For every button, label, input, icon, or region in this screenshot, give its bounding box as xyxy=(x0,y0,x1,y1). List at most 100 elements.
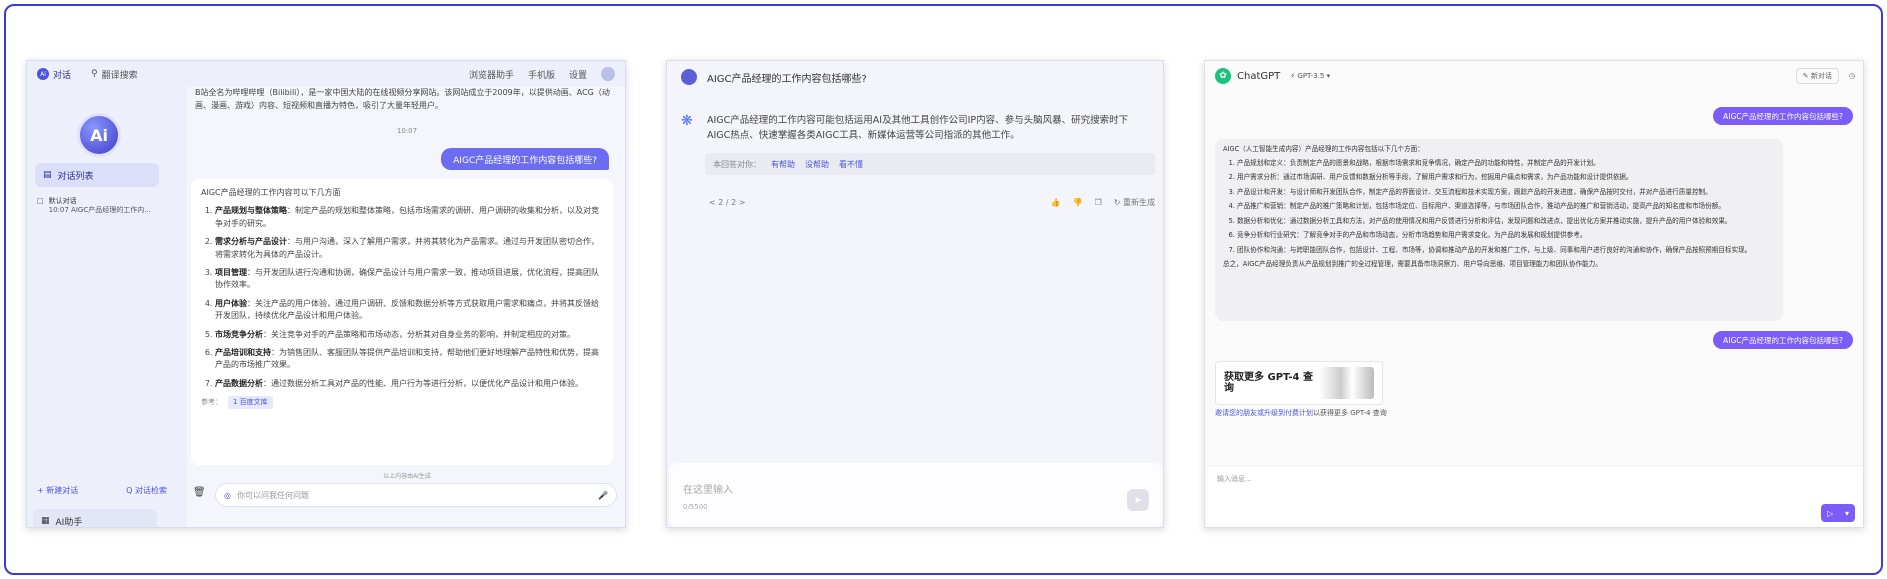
item-title: 项目管理 xyxy=(215,267,247,277)
item-body: ：关注竞争对手的产品策略和市场动态，分析其对自身业务的影响，并制定相应的对策。 xyxy=(263,329,575,339)
ai-helper-label: AI助手 xyxy=(55,517,83,528)
user-message: AIGC产品经理的工作内容包括哪些? xyxy=(1713,331,1853,349)
thumbs-down-icon[interactable]: 👎 xyxy=(1073,198,1083,207)
regenerate-label: 重新生成 xyxy=(1123,198,1155,207)
previous-answer-text: B站全名为哔哩哔哩（Bilibili），是一家中国大陆的在线视频分享网站。该网站… xyxy=(195,88,610,110)
microphone-icon[interactable]: 🎤 xyxy=(598,491,608,500)
conversation-item[interactable]: □ 默认对话 10:07 AIGC产品经理的工作内... xyxy=(37,197,167,215)
avatar xyxy=(681,69,697,85)
upgrade-promo: 获取更多 GPT-4 查询 邀请您的朋友或升级到付费计划以获得更多 GPT-4 … xyxy=(1215,361,1391,441)
answer-heading: AIGC产品经理的工作内容可以下几方面 xyxy=(201,188,341,197)
assistant-answer-card: AIGC（人工智能生成内容）产品经理的工作内容包括以下几个方面： 产品规划和定义… xyxy=(1215,139,1783,321)
input-placeholder: 在这里输入 xyxy=(683,485,733,496)
answer-list-item: 市场竞争分析：关注竞争对手的产品策略和市场动态，分析其对自身业务的影响，并制定相… xyxy=(215,329,603,341)
chat-bubble-icon: □ xyxy=(37,197,44,205)
conversation-title: 默认对话 xyxy=(48,197,77,205)
search-icon: ⚲ xyxy=(91,69,98,79)
answer-list-item: 产品数据分析：通过数据分析工具对产品的性能、用户行为等进行分析，以便优化产品设计… xyxy=(215,378,603,390)
conversation-preview: AIGC产品经理的工作内... xyxy=(71,206,151,215)
reference-label: 参考： xyxy=(201,398,222,407)
answer-list-item: 产品培训和支持：为销售团队、客服团队等提供产品培训和支持，帮助他们更好地理解产品… xyxy=(215,347,603,372)
item-title: 产品培训和支持 xyxy=(215,347,271,357)
clear-icon[interactable]: 🗑 xyxy=(193,487,206,498)
answer-toolbar: < 2 / 2 > 👍 👎 ❐ ↻ 重新生成 xyxy=(709,197,1155,208)
thumbs-up-icon[interactable]: 👍 xyxy=(1051,198,1061,207)
answer-list-item: 用户需求分析：通过市场调研、用户反馈和数据分析等手段，了解用户需求和行为，挖掘用… xyxy=(1237,173,1775,183)
promo-title: 获取更多 GPT-4 查询 xyxy=(1224,371,1313,395)
assistant-logo-icon: ❋ xyxy=(681,113,693,129)
ai-generated-note: 以上内容由AI生成 xyxy=(383,473,431,480)
ai-helper-button[interactable]: ▦ AI助手 xyxy=(33,509,157,528)
item-title: 需求分析与产品设计 xyxy=(215,237,287,247)
pager[interactable]: < 2 / 2 > xyxy=(709,198,745,207)
feedback-label: 本回答对你： xyxy=(713,159,761,169)
answer-list-item: 项目管理：与开发团队进行沟通和协调，确保产品设计与用户需求一致，推动项目进展，优… xyxy=(215,267,603,292)
new-chat-button[interactable]: + 新建对话 xyxy=(37,485,78,496)
model-name: GPT-3.5 xyxy=(1297,72,1325,80)
answer-list-item: 产品设计和开发：与设计师和开发团队合作，制定产品的界面设计、交互流程和技术实现方… xyxy=(1237,188,1775,198)
brand-name: ChatGPT xyxy=(1237,70,1281,82)
regenerate-button[interactable]: ↻ 重新生成 xyxy=(1114,197,1155,208)
ai-logo: Ai xyxy=(77,113,121,157)
answer-list-item: 产品规划与整体策略：制定产品的规划和整体策略，包括市场需求的调研、用户调研的收集… xyxy=(215,205,603,230)
promo-card[interactable]: 获取更多 GPT-4 查询 xyxy=(1215,361,1383,405)
mobile-link[interactable]: 手机版 xyxy=(528,68,555,81)
answer-summary: 总之，AIGC产品经理负责从产品规划到推广的全过程管理，需要具备市场洞察力、用户… xyxy=(1223,260,1602,269)
promo-text: 邀请您的朋友或升级到付费计划以获得更多 GPT-4 查询 xyxy=(1215,409,1391,419)
reference-chip[interactable]: 1 百度文库 xyxy=(228,396,273,409)
message-input[interactable]: 在这里输入 0/5500 ➤ xyxy=(669,463,1163,527)
send-icon: ▷ xyxy=(1826,508,1834,518)
promo-link[interactable]: 邀请您的朋友或升级到付费计划 xyxy=(1215,409,1313,417)
tab-chat[interactable]: Ai 对话 xyxy=(27,61,81,87)
send-button[interactable]: ➤ xyxy=(1127,489,1149,511)
feedback-confusing[interactable]: 看不懂 xyxy=(839,159,863,170)
item-body: ：与开发团队进行沟通和协调，确保产品设计与用户需求一致，推动项目进展，优化流程，… xyxy=(215,267,599,290)
search-answer-panel: AIGC产品经理的工作内容包括哪些? ❋ AIGC产品经理的工作内容可能包括运用… xyxy=(666,60,1164,528)
tab-chat-label: 对话 xyxy=(53,70,72,81)
chatgpt-logo-icon: ✿ xyxy=(1215,68,1231,84)
send-button[interactable]: ▷ ▾ xyxy=(1821,504,1855,522)
browser-helper-link[interactable]: 浏览器助手 xyxy=(469,68,514,81)
item-title: 产品规划与整体策略 xyxy=(215,206,287,216)
model-selector[interactable]: ⚡ GPT-3.5 ▾ xyxy=(1290,72,1330,80)
answer-list-item: 用户体验：关注产品的用户体验，通过用户调研、反馈和数据分析等方式获取用户需求和痛… xyxy=(215,298,603,323)
chat-list-icon: ▤ xyxy=(43,170,52,180)
user-message: AIGC产品经理的工作内容包括哪些? xyxy=(441,148,609,170)
top-bar: Ai 对话 ⚲ 翻译搜索 浏览器助手 手机版 设置 xyxy=(27,61,625,87)
answer-list: 产品规划和定义：负责制定产品的愿景和战略，根据市场需求和竞争情况，确定产品的功能… xyxy=(1223,159,1775,256)
history-icon[interactable]: ◷ xyxy=(1849,72,1855,80)
feedback-helpful[interactable]: 有帮助 xyxy=(771,159,795,170)
message-input[interactable]: ◎ 你可以问我任何问题 🎤 xyxy=(215,483,617,507)
plugin-icon[interactable]: ◎ xyxy=(224,491,231,500)
chevron-down-icon: ▾ xyxy=(1845,508,1850,518)
new-chat-button[interactable]: ✎ 新对话 xyxy=(1795,68,1839,84)
char-counter: 0/5500 xyxy=(683,503,708,511)
new-chat-label: 新对话 xyxy=(1810,72,1832,80)
answer-list-item: 团队协作和沟通：与跨职能团队合作，包括设计、工程、市场等，协调和推动产品的开发和… xyxy=(1237,246,1775,256)
copy-icon[interactable]: ❐ xyxy=(1095,198,1102,207)
chat-main: B站全名为哔哩哔哩（Bilibili），是一家中国大陆的在线视频分享网站。该网站… xyxy=(187,87,625,527)
answer-text: AIGC产品经理的工作内容可能包括运用AI及其他工具创作公司IP内容、参与头脑风… xyxy=(707,115,1129,142)
tab-search[interactable]: ⚲ 翻译搜索 xyxy=(81,61,148,87)
answer-list: 产品规划与整体策略：制定产品的规划和整体策略，包括市场需求的调研、用户调研的收集… xyxy=(201,205,603,390)
sidebar-item-conversations[interactable]: ▤ 对话列表 xyxy=(35,163,159,187)
input-placeholder: 输入消息... xyxy=(1217,475,1252,483)
ai-chat-app-panel: Ai 对话 ⚲ 翻译搜索 浏览器助手 手机版 设置 Ai ▤ 对话列表 □ 默认… xyxy=(26,60,626,528)
conversation-time: 10:07 xyxy=(48,206,69,215)
input-placeholder: 你可以问我任何问题 xyxy=(236,490,309,500)
sidebar-item-label: 对话列表 xyxy=(57,171,94,182)
tab-search-label: 翻译搜索 xyxy=(101,70,138,81)
answer-list-item: 数据分析和优化：通过数据分析工具和方法，对产品的使用情况和用户反馈进行分析和评估… xyxy=(1237,217,1775,227)
settings-link[interactable]: 设置 xyxy=(569,68,587,81)
answer-list-item: 需求分析与产品设计：与用户沟通，深入了解用户需求，并将其转化为产品需求。通过与开… xyxy=(215,236,603,261)
search-chat-button[interactable]: Q 对话检索 xyxy=(126,485,167,496)
avatar[interactable] xyxy=(601,67,615,81)
item-body: ：关注产品的用户体验，通过用户调研、反馈和数据分析等方式获取用户需求和痛点，并将… xyxy=(215,298,599,321)
promo-image xyxy=(1318,367,1374,399)
feedback-not-helpful[interactable]: 没帮助 xyxy=(805,159,829,170)
chatgpt-panel: ✿ ChatGPT ⚡ GPT-3.5 ▾ ✎ 新对话 ◷ AIGC产品经理的工… xyxy=(1204,60,1864,528)
message-input[interactable]: 输入消息... ▷ ▾ xyxy=(1207,465,1863,527)
question-text: AIGC产品经理的工作内容包括哪些? xyxy=(707,73,867,85)
assistant-answer-card: AIGC产品经理的工作内容可以下几方面 产品规划与整体策略：制定产品的规划和整体… xyxy=(191,179,613,465)
answer-list-item: 产品规划和定义：负责制定产品的愿景和战略，根据市场需求和竞争情况，确定产品的功能… xyxy=(1237,159,1775,169)
